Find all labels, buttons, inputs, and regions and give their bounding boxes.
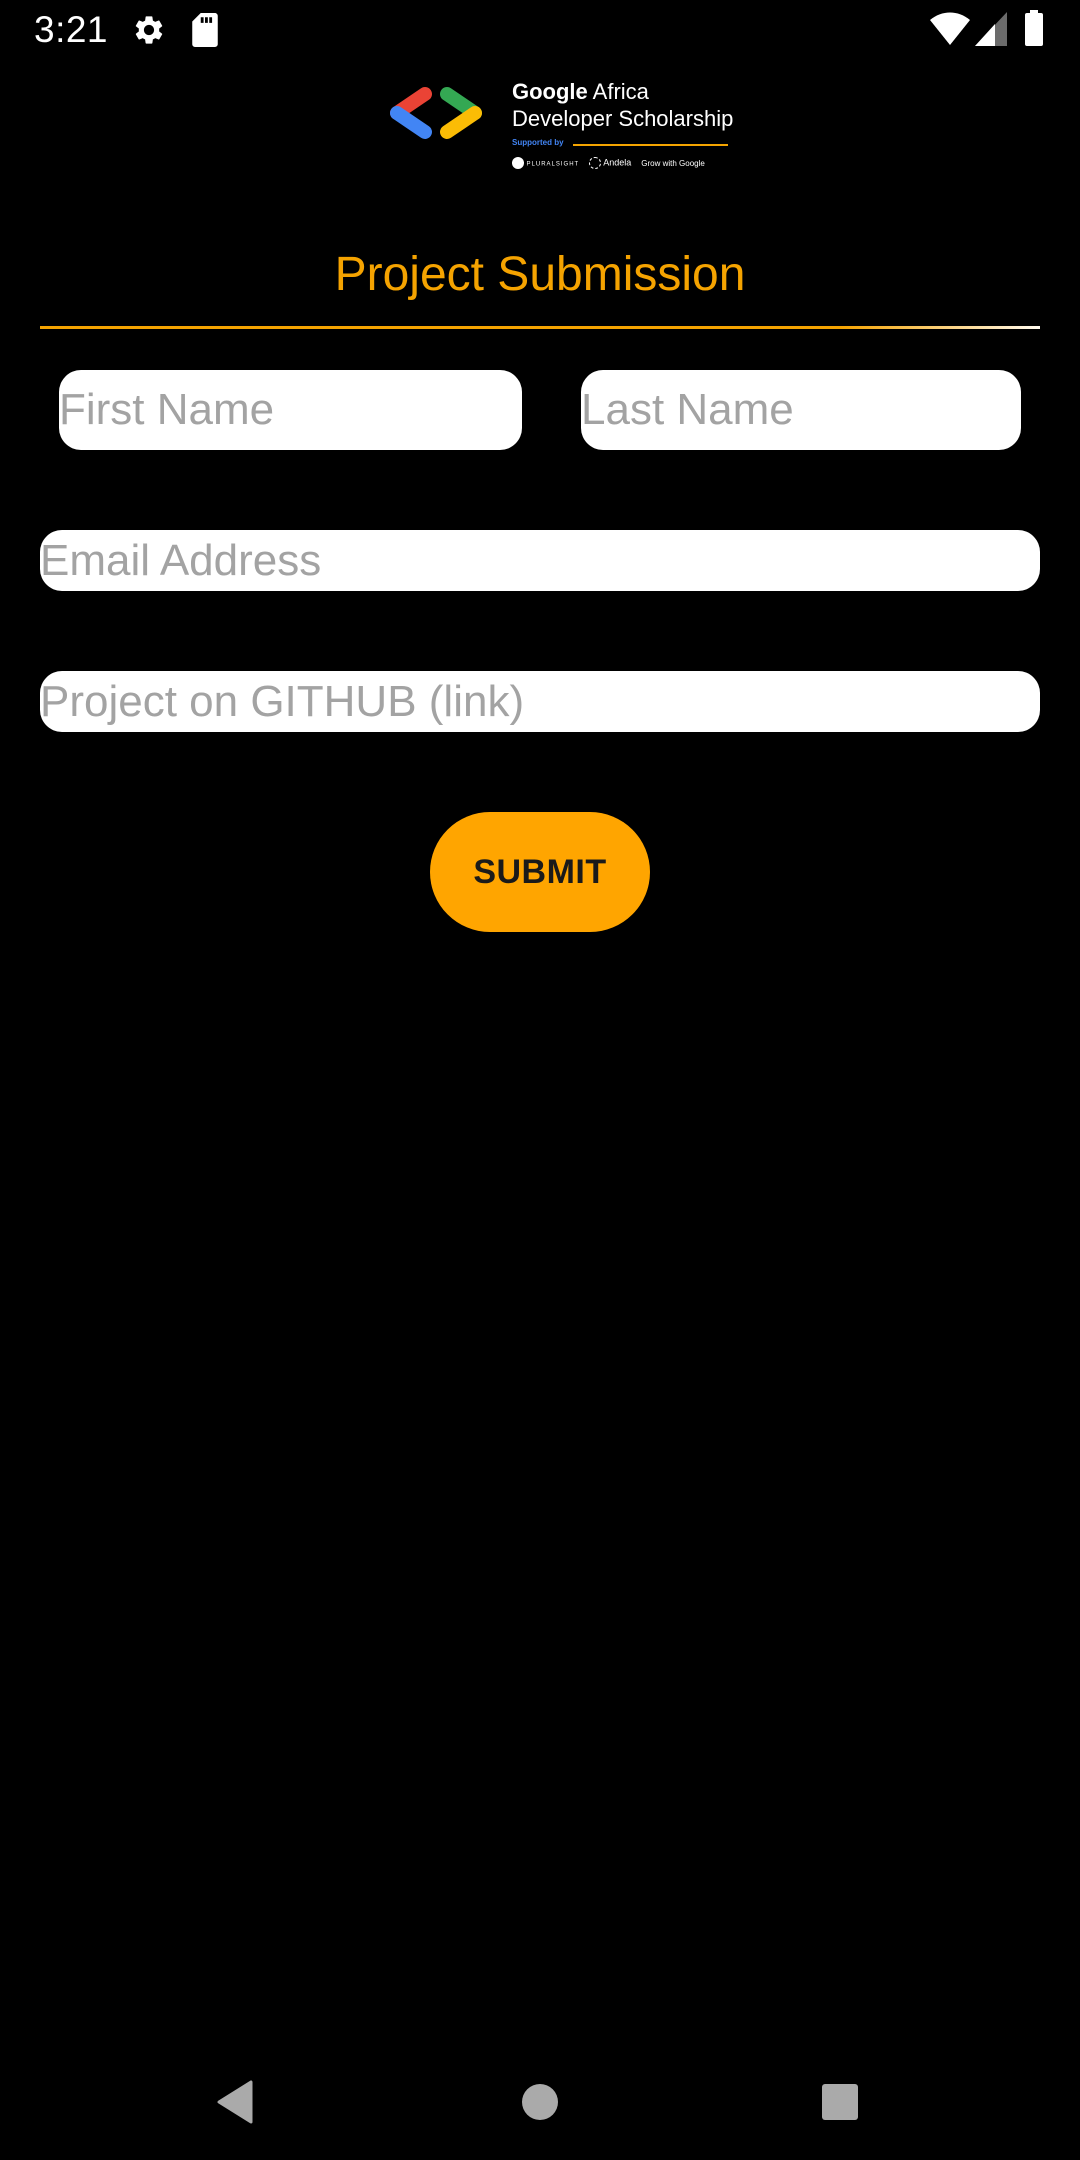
home-icon[interactable] [520,2082,560,2122]
back-icon[interactable] [215,2080,255,2124]
recents-icon[interactable] [820,2082,860,2122]
battery-icon [1025,10,1043,46]
submit-button[interactable]: SUBMIT [430,812,650,932]
partner-grow-with-google: Grow with Google [641,158,705,168]
github-link-field[interactable] [40,671,1040,732]
signal-icon [975,12,1007,46]
wifi-icon [930,12,970,45]
pluralsight-icon [512,157,524,169]
status-bar: 3:21 [0,0,1080,60]
status-time: 3:21 [34,9,109,50]
andela-icon [589,157,602,169]
logo-subtitle: Developer Scholarship [512,106,734,131]
sd-card-icon [192,13,218,47]
title-divider [40,326,1040,329]
first-name-field[interactable] [59,370,522,450]
last-name-field[interactable] [581,370,1021,450]
code-brackets-icon [390,87,482,139]
logo-divider [573,144,728,146]
partner-andela: Andela [589,157,631,169]
logo-title: Google Africa [512,79,649,104]
gads-logo: Google Africa Developer Scholarship Supp… [385,78,735,178]
partner-pluralsight: PLURALSIGHT [512,157,579,169]
navigation-bar [0,2040,1080,2160]
email-field[interactable] [40,530,1040,591]
logo-supported-by: Supported by [512,138,564,147]
logo-partners: PLURALSIGHT Andela Grow with Google [512,157,732,169]
settings-icon [135,16,163,44]
page-title: Project Submission [334,248,746,301]
